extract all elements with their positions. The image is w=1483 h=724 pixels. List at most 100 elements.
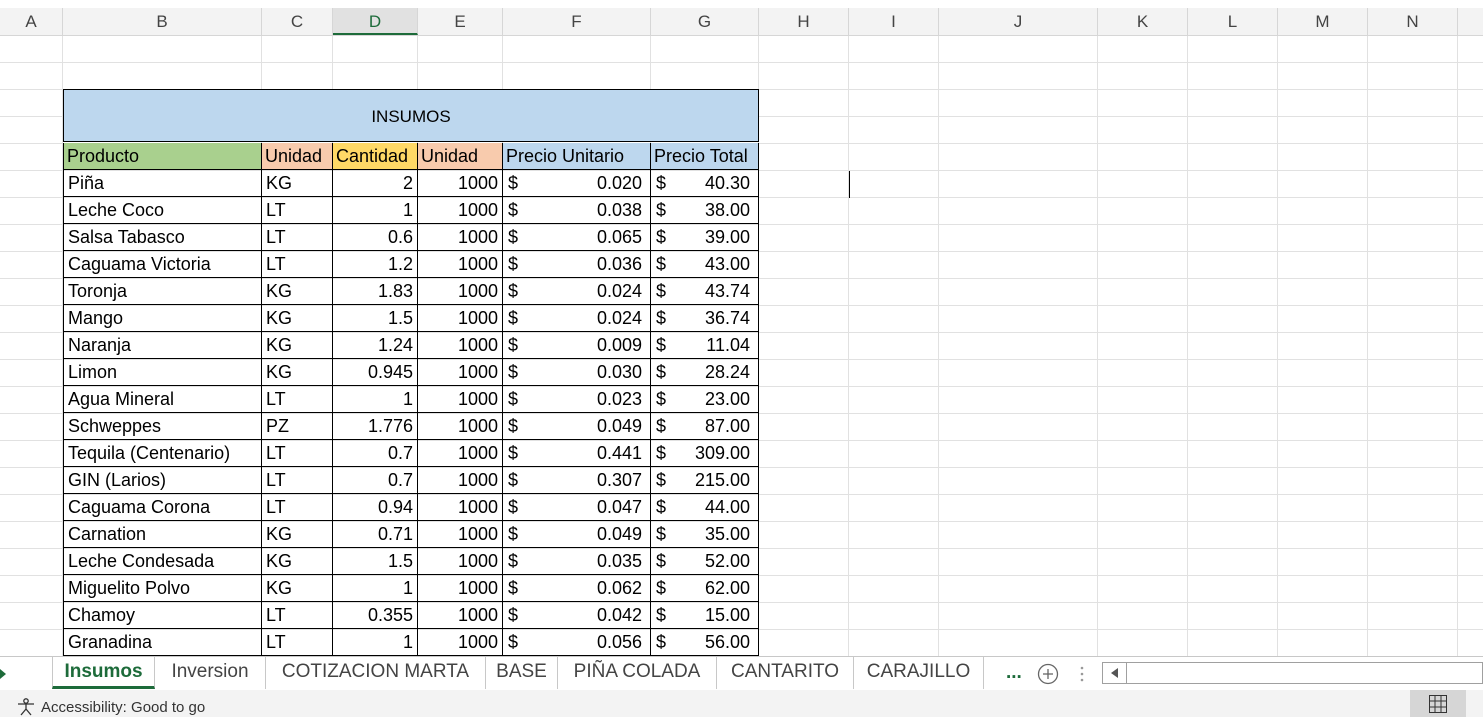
table-cell[interactable]: LT xyxy=(262,602,333,629)
table-cell[interactable]: 1000 xyxy=(418,251,503,278)
sheet-tab-base[interactable]: BASE xyxy=(486,657,558,689)
table-cell[interactable]: $35.00 xyxy=(651,521,759,548)
more-tabs-button[interactable]: ... xyxy=(1006,657,1022,689)
table-cell[interactable]: 1000 xyxy=(418,494,503,521)
table-cell[interactable]: KG xyxy=(262,332,333,359)
table-cell[interactable]: $28.24 xyxy=(651,359,759,386)
column-header-j[interactable]: J xyxy=(939,8,1098,35)
accessibility-status[interactable]: Accessibility: Good to go xyxy=(41,692,205,724)
sheet-tab-inversion[interactable]: Inversion xyxy=(155,657,266,689)
column-header-k[interactable]: K xyxy=(1098,8,1188,35)
table-cell[interactable]: Granadina xyxy=(63,629,262,656)
table-cell[interactable]: 0.7 xyxy=(333,467,418,494)
table-cell[interactable]: 1000 xyxy=(418,440,503,467)
column-header-f[interactable]: F xyxy=(503,8,651,35)
table-cell[interactable]: 1.5 xyxy=(333,305,418,332)
table-cell[interactable]: Leche Condesada xyxy=(63,548,262,575)
column-header-d[interactable]: D xyxy=(333,8,418,35)
table-cell[interactable]: 0.6 xyxy=(333,224,418,251)
table-cell[interactable]: $0.020 xyxy=(503,170,651,197)
sheet-tab-cotizacion-marta[interactable]: COTIZACION MARTA xyxy=(266,657,486,689)
table-cell[interactable]: Chamoy xyxy=(63,602,262,629)
table-cell[interactable]: 1.24 xyxy=(333,332,418,359)
table-cell[interactable]: 1000 xyxy=(418,305,503,332)
table-cell[interactable]: $23.00 xyxy=(651,386,759,413)
table-cell[interactable]: $52.00 xyxy=(651,548,759,575)
table-cell[interactable]: Tequila (Centenario) xyxy=(63,440,262,467)
table-cell[interactable]: KG xyxy=(262,359,333,386)
table-cell[interactable]: $36.74 xyxy=(651,305,759,332)
table-cell[interactable]: Leche Coco xyxy=(63,197,262,224)
table-cell[interactable]: $215.00 xyxy=(651,467,759,494)
table-cell[interactable]: $0.049 xyxy=(503,413,651,440)
table-cell[interactable]: $39.00 xyxy=(651,224,759,251)
sheet-tab-piña-colada[interactable]: PIÑA COLADA xyxy=(558,657,717,689)
table-cell[interactable]: 1.2 xyxy=(333,251,418,278)
table-cell[interactable]: Caguama Corona xyxy=(63,494,262,521)
table-cell[interactable]: $0.024 xyxy=(503,305,651,332)
table-cell[interactable]: Carnation xyxy=(63,521,262,548)
table-cell[interactable]: 1000 xyxy=(418,386,503,413)
table-cell[interactable]: $0.023 xyxy=(503,386,651,413)
table-cell[interactable]: LT xyxy=(262,629,333,656)
sheet-tab-insumos[interactable]: Insumos xyxy=(52,657,155,689)
column-header-c[interactable]: C xyxy=(262,8,333,35)
table-cell[interactable]: KG xyxy=(262,548,333,575)
table-cell[interactable]: LT xyxy=(262,386,333,413)
table-cell[interactable]: 1000 xyxy=(418,575,503,602)
table-cell[interactable]: 1000 xyxy=(418,197,503,224)
table-cell[interactable]: $0.065 xyxy=(503,224,651,251)
prev-sheet-icon[interactable] xyxy=(0,669,8,679)
table-cell[interactable]: $38.00 xyxy=(651,197,759,224)
sheet-tab-carajillo[interactable]: CARAJILLO xyxy=(854,657,984,689)
table-cell[interactable]: $43.00 xyxy=(651,251,759,278)
table-cell[interactable]: 0.355 xyxy=(333,602,418,629)
table-cell[interactable]: $43.74 xyxy=(651,278,759,305)
table-cell[interactable]: $0.024 xyxy=(503,278,651,305)
table-cell[interactable]: Piña xyxy=(63,170,262,197)
table-cell[interactable]: $11.04 xyxy=(651,332,759,359)
table-cell[interactable]: 1000 xyxy=(418,413,503,440)
table-cell[interactable]: Limon xyxy=(63,359,262,386)
table-cell[interactable]: Mango xyxy=(63,305,262,332)
table-cell[interactable]: 1 xyxy=(333,575,418,602)
table-cell[interactable]: LT xyxy=(262,440,333,467)
header-precio-total[interactable]: Precio Total xyxy=(651,143,759,170)
table-cell[interactable]: 1000 xyxy=(418,467,503,494)
table-cell[interactable]: LT xyxy=(262,251,333,278)
table-cell[interactable]: LT xyxy=(262,224,333,251)
table-cell[interactable]: $62.00 xyxy=(651,575,759,602)
table-cell[interactable]: Salsa Tabasco xyxy=(63,224,262,251)
table-cell[interactable]: $0.049 xyxy=(503,521,651,548)
header-precio-unitario[interactable]: Precio Unitario xyxy=(503,143,651,170)
table-cell[interactable]: LT xyxy=(262,467,333,494)
table-cell[interactable]: 1000 xyxy=(418,224,503,251)
table-cell[interactable]: 1 xyxy=(333,386,418,413)
column-header-l[interactable]: L xyxy=(1188,8,1278,35)
tab-splitter-icon[interactable] xyxy=(1080,666,1084,682)
table-cell[interactable]: 1000 xyxy=(418,332,503,359)
table-cell[interactable]: $40.30 xyxy=(651,170,759,197)
column-header-b[interactable]: B xyxy=(63,8,262,35)
table-cell[interactable]: LT xyxy=(262,494,333,521)
table-cell[interactable]: 1000 xyxy=(418,170,503,197)
table-cell[interactable]: 1.5 xyxy=(333,548,418,575)
table-cell[interactable]: $44.00 xyxy=(651,494,759,521)
table-cell[interactable]: Toronja xyxy=(63,278,262,305)
table-cell[interactable]: 1 xyxy=(333,629,418,656)
table-cell[interactable]: $0.062 xyxy=(503,575,651,602)
table-cell[interactable]: KG xyxy=(262,521,333,548)
table-cell[interactable]: KG xyxy=(262,278,333,305)
table-cell[interactable]: 2 xyxy=(333,170,418,197)
table-cell[interactable]: 1 xyxy=(333,197,418,224)
table-cell[interactable]: 1.83 xyxy=(333,278,418,305)
table-cell[interactable]: Naranja xyxy=(63,332,262,359)
table-cell[interactable]: 0.945 xyxy=(333,359,418,386)
column-header-i[interactable]: I xyxy=(849,8,939,35)
table-cell[interactable]: 1000 xyxy=(418,278,503,305)
table-cell[interactable]: $0.038 xyxy=(503,197,651,224)
table-cell[interactable]: 1000 xyxy=(418,629,503,656)
table-cell[interactable]: 0.94 xyxy=(333,494,418,521)
table-title[interactable]: INSUMOS xyxy=(63,89,759,142)
table-cell[interactable]: $0.009 xyxy=(503,332,651,359)
